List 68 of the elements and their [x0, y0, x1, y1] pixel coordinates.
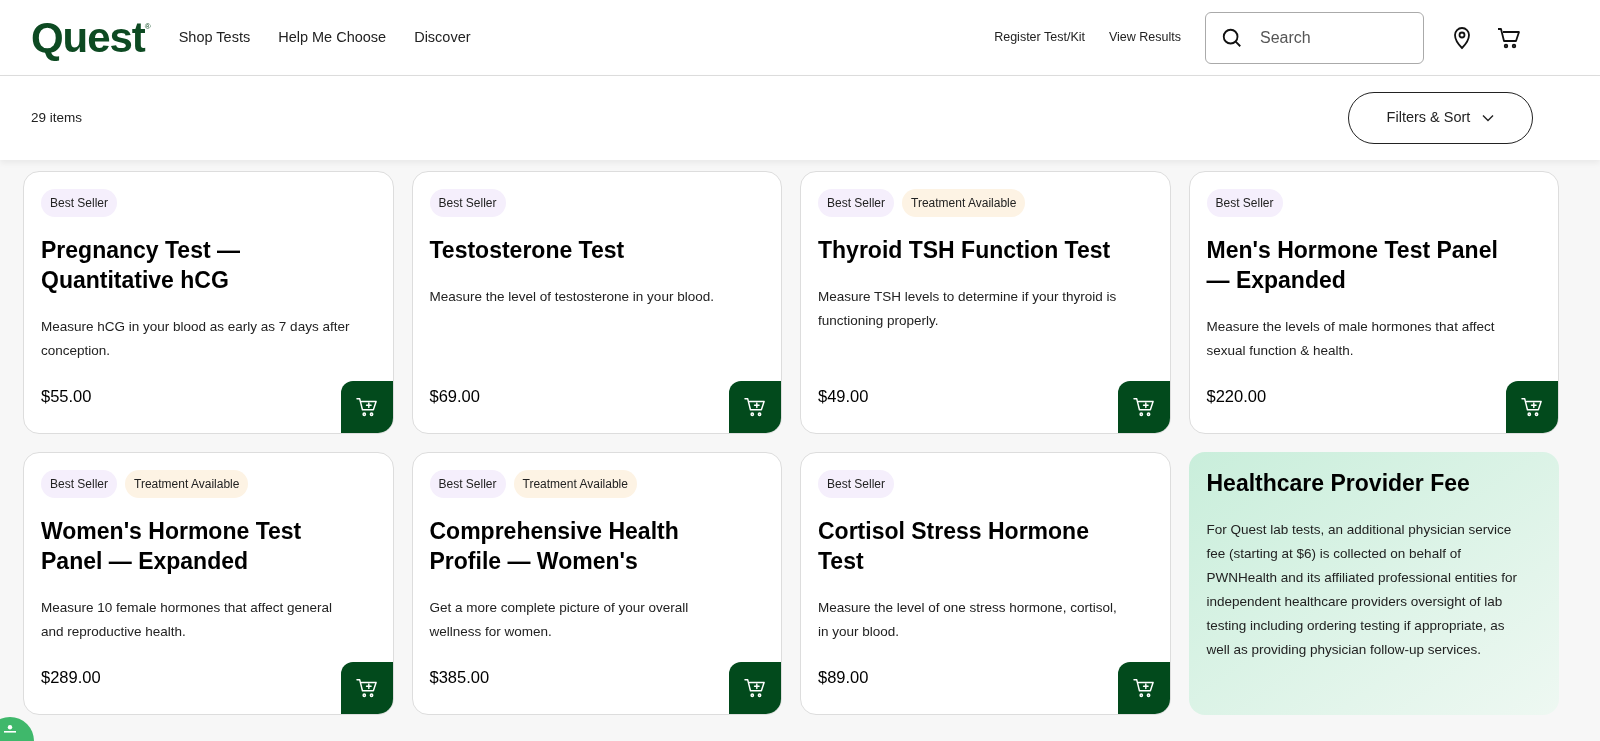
cart-icon[interactable]	[1497, 26, 1521, 49]
card-description: Measure the levels of male hormones that affect sexual function & health.	[1206, 318, 1496, 360]
card-description: Measure the level of testosterone in your blood.	[429, 288, 715, 306]
price: $55.00	[41, 386, 92, 408]
card-description: Measure the level of one stress hormone, cortisol, in your blood.	[818, 599, 1118, 641]
tag: Best Seller	[41, 189, 118, 217]
tag: Treatment Available	[902, 189, 1026, 217]
cart-add-icon	[355, 678, 378, 698]
add-to-cart-button[interactable]	[1117, 662, 1170, 714]
header-link[interactable]: View Results	[1108, 28, 1181, 47]
tag: Best Seller	[41, 470, 118, 498]
card-description: Measure 10 female hormones that affect general and reproductive health.	[41, 599, 333, 641]
card-title: Healthcare Provider Fee	[1206, 469, 1471, 498]
tag: Treatment Available	[513, 470, 637, 498]
product-card[interactable]: Best Seller Testosterone Test Measure the level of testosterone in your blood. $69.00	[411, 171, 782, 434]
add-to-cart-button[interactable]	[729, 662, 781, 714]
product-card[interactable]: Best Seller Treatment Available Thyroid TSH Function Test Measure TSH levels to determine if your thyroid is functioning properly. $49.00	[800, 171, 1171, 434]
tag: Best Seller	[818, 470, 895, 498]
add-to-cart-button[interactable]	[340, 381, 393, 433]
product-card[interactable]: Best Seller Treatment Available Comprehensive Health Profile — Women's Get a more complete picture of your overall wellness for women. $385.00	[411, 452, 782, 715]
card-title[interactable]: Testosterone Test	[429, 235, 764, 265]
tag: Treatment Available	[125, 470, 249, 498]
card-title[interactable]: Pregnancy Test — Quantitative hCG	[41, 235, 376, 295]
location-pin-icon[interactable]	[1452, 25, 1472, 50]
price: $220.00	[1206, 386, 1267, 408]
tag: Best Seller	[818, 189, 895, 217]
price: $89.00	[818, 667, 869, 689]
item-count: 29 items	[31, 108, 83, 127]
price: $49.00	[818, 386, 869, 408]
add-to-cart-button[interactable]	[1506, 381, 1558, 433]
price: $289.00	[41, 667, 101, 689]
price: $385.00	[429, 667, 490, 689]
cart-add-icon	[1132, 678, 1155, 698]
header-link[interactable]: Register Test/Kit	[994, 28, 1085, 47]
tag: Best Seller	[429, 470, 506, 498]
nav-link[interactable]: Discover	[414, 26, 471, 49]
card-title[interactable]: Women's Hormone Test Panel — Expanded	[41, 516, 376, 576]
product-card[interactable]: Best Seller Men's Hormone Test Panel — Expanded Measure the levels of male hormones that affect sexual function & health. $220.00	[1188, 171, 1559, 434]
accessibility-icon	[4, 725, 16, 734]
cart-add-icon	[1132, 397, 1155, 417]
product-card[interactable]: Best Seller Pregnancy Test — Quantitative hCG Measure hCG in your blood as early as 7 days after conception. $55.00	[23, 171, 394, 434]
price: $69.00	[429, 386, 480, 408]
cart-add-icon	[744, 678, 766, 698]
cart-add-icon	[1521, 397, 1543, 417]
product-card[interactable]: Best Seller Treatment Available Women's Hormone Test Panel — Expanded Measure 10 female hormones that affect general and reproductive health. $289.00	[23, 452, 394, 715]
card-description: Get a more complete picture of your overall wellness for women.	[429, 599, 690, 641]
card-title[interactable]: Men's Hormone Test Panel — Expanded	[1206, 235, 1541, 295]
nav-link[interactable]: Shop Tests	[178, 26, 251, 49]
card-description: Measure TSH levels to determine if your thyroid is functioning properly.	[818, 288, 1118, 330]
nav-link[interactable]: Help Me Choose	[278, 26, 387, 49]
card-description: Measure hCG in your blood as early as 7 days after conception.	[41, 318, 351, 360]
tag: Best Seller	[1206, 189, 1283, 217]
filters-sort-button[interactable]: Filters & Sort	[1348, 92, 1533, 144]
logo[interactable]: Quest®	[31, 16, 151, 59]
add-to-cart-button[interactable]	[1117, 381, 1170, 433]
card-title[interactable]: Cortisol Stress Hormone Test	[818, 516, 1153, 576]
card-title[interactable]: Thyroid TSH Function Test	[818, 235, 1153, 265]
chevron-down-icon	[1482, 114, 1495, 122]
card-description: For Quest lab tests, an additional physician service fee (starting at $6) is collected on behalf of PWNHealth and its affiliated professional entities for independent healthcare providers oversight of lab testing including ordering testing if appropriate, as well as providing physician follow-up services.	[1206, 521, 1518, 659]
product-card[interactable]: Best Seller Cortisol Stress Hormone Test Measure the level of one stress hormone, cortisol, in your blood. $89.00	[800, 452, 1171, 715]
search-field[interactable]: Search	[1205, 11, 1424, 64]
cart-add-icon	[355, 397, 378, 417]
card-title[interactable]: Comprehensive Health Profile — Women's	[429, 516, 764, 576]
cart-add-icon	[744, 397, 766, 417]
tag: Best Seller	[429, 189, 506, 217]
add-to-cart-button[interactable]	[340, 662, 393, 714]
add-to-cart-button[interactable]	[729, 381, 781, 433]
search-icon	[1221, 26, 1243, 49]
